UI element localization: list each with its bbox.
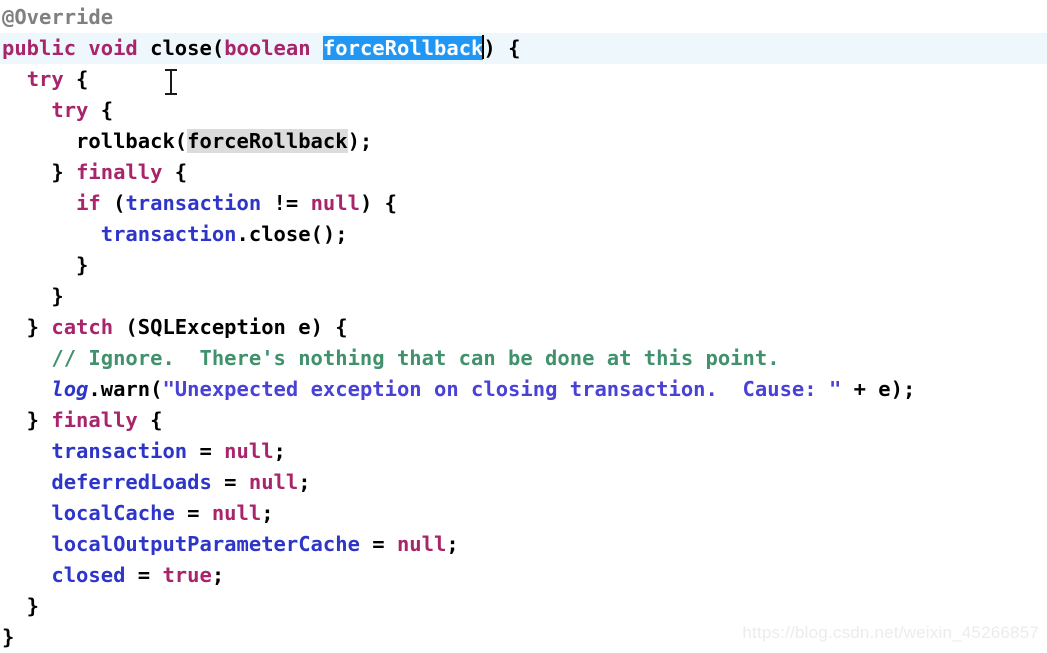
code-token-keyword: try: [51, 98, 89, 122]
code-token-plain: }: [2, 408, 52, 432]
code-token-field: deferredLoads: [51, 470, 212, 494]
code-token-plain: }: [2, 253, 89, 277]
code-token-comment: // Ignore. There's nothing that can be d…: [51, 346, 780, 370]
code-token-field: localOutputParameterCache: [51, 532, 360, 556]
code-line[interactable]: closed = true;: [0, 560, 1047, 591]
code-line[interactable]: // Ignore. There's nothing that can be d…: [0, 343, 1047, 374]
code-line[interactable]: }: [0, 281, 1047, 312]
code-line[interactable]: } catch (SQLException e) {: [0, 312, 1047, 343]
code-token-plain: {: [88, 98, 114, 122]
code-token-plain: );: [347, 129, 373, 153]
code-token-plain: (: [100, 191, 126, 215]
code-token-field: closed: [51, 563, 126, 587]
code-token-annotation: @Override: [2, 5, 114, 29]
code-token-static: log: [51, 377, 89, 401]
code-token-keyword: if: [76, 191, 101, 215]
code-line[interactable]: deferredLoads = null;: [0, 467, 1047, 498]
code-line[interactable]: }: [0, 591, 1047, 622]
code-line[interactable]: try {: [0, 64, 1047, 95]
code-token-plain: }: [2, 284, 64, 308]
code-token-plain: =: [187, 439, 225, 463]
code-text-area[interactable]: @Override public void close(boolean force…: [0, 0, 1047, 653]
code-token-selected[interactable]: forceRollback: [322, 36, 484, 60]
code-line[interactable]: rollback(forceRollback);: [0, 126, 1047, 157]
code-token-keyword: boolean: [224, 36, 311, 60]
code-token-plain: ;: [211, 563, 225, 587]
code-token-plain: ;: [273, 439, 286, 463]
code-token-plain: !=: [261, 191, 311, 215]
code-token-plain: (SQLException e) {: [113, 315, 348, 339]
code-token-keyword: try: [26, 67, 64, 91]
code-token-plain: =: [359, 532, 397, 556]
code-token-plain: }: [2, 160, 77, 184]
code-token-plain: .close();: [236, 222, 348, 246]
code-editor[interactable]: @Override public void close(boolean force…: [0, 0, 1047, 653]
code-line[interactable]: } finally {: [0, 405, 1047, 436]
code-token-plain: ) {: [483, 36, 521, 60]
code-token-plain: }: [2, 594, 40, 618]
code-line[interactable]: transaction = null;: [0, 436, 1047, 467]
code-token-plain: =: [174, 501, 212, 525]
code-line[interactable]: public void close(boolean forceRollback)…: [0, 33, 1047, 64]
code-token-keyword: catch: [51, 315, 114, 339]
code-token-field: transaction: [100, 222, 237, 246]
code-token-plain: rollback(: [2, 129, 188, 153]
code-token-occurrence: forceRollback: [187, 129, 348, 153]
code-token-plain: {: [137, 408, 163, 432]
code-token-plain: ;: [261, 501, 274, 525]
code-token-plain: {: [63, 67, 89, 91]
code-line[interactable]: }: [0, 250, 1047, 281]
code-token-plain: + e);: [841, 377, 916, 401]
code-token-plain: =: [211, 470, 249, 494]
code-token-plain: }: [2, 315, 52, 339]
code-token-plain: close(: [137, 36, 225, 60]
code-line[interactable]: localCache = null;: [0, 498, 1047, 529]
code-token-keyword: public: [2, 36, 77, 60]
code-token-string: "Unexpected exception on closing transac…: [162, 377, 842, 401]
code-token-keyword: null: [224, 439, 274, 463]
code-token-keyword: null: [248, 470, 299, 494]
code-token-plain: .warn(: [88, 377, 163, 401]
code-line[interactable]: try {: [0, 95, 1047, 126]
code-line[interactable]: transaction.close();: [0, 219, 1047, 250]
code-token-plain: ) {: [359, 191, 397, 215]
code-line[interactable]: log.warn("Unexpected exception on closin…: [0, 374, 1047, 405]
code-token-plain: ;: [446, 532, 459, 556]
code-token-plain: ;: [298, 470, 311, 494]
code-line[interactable]: @Override: [0, 2, 1047, 33]
code-token-keyword: true: [162, 563, 212, 587]
code-token-keyword: void: [88, 36, 138, 60]
code-token-plain: =: [125, 563, 163, 587]
watermark-text: https://blog.csdn.net/weixin_45266857: [742, 623, 1039, 642]
code-line[interactable]: } finally {: [0, 157, 1047, 188]
code-line[interactable]: if (transaction != null) {: [0, 188, 1047, 219]
code-token-keyword: finally: [51, 408, 138, 432]
code-token-keyword: null: [310, 191, 360, 215]
code-token-keyword: null: [396, 532, 447, 556]
code-line[interactable]: localOutputParameterCache = null;: [0, 529, 1047, 560]
code-token-field: localCache: [51, 501, 175, 525]
code-token-keyword: finally: [76, 160, 163, 184]
code-token-field: transaction: [125, 191, 262, 215]
code-token-keyword: null: [211, 501, 262, 525]
code-token-field: transaction: [51, 439, 188, 463]
code-token-plain: {: [162, 160, 188, 184]
code-token-plain: }: [2, 625, 15, 649]
